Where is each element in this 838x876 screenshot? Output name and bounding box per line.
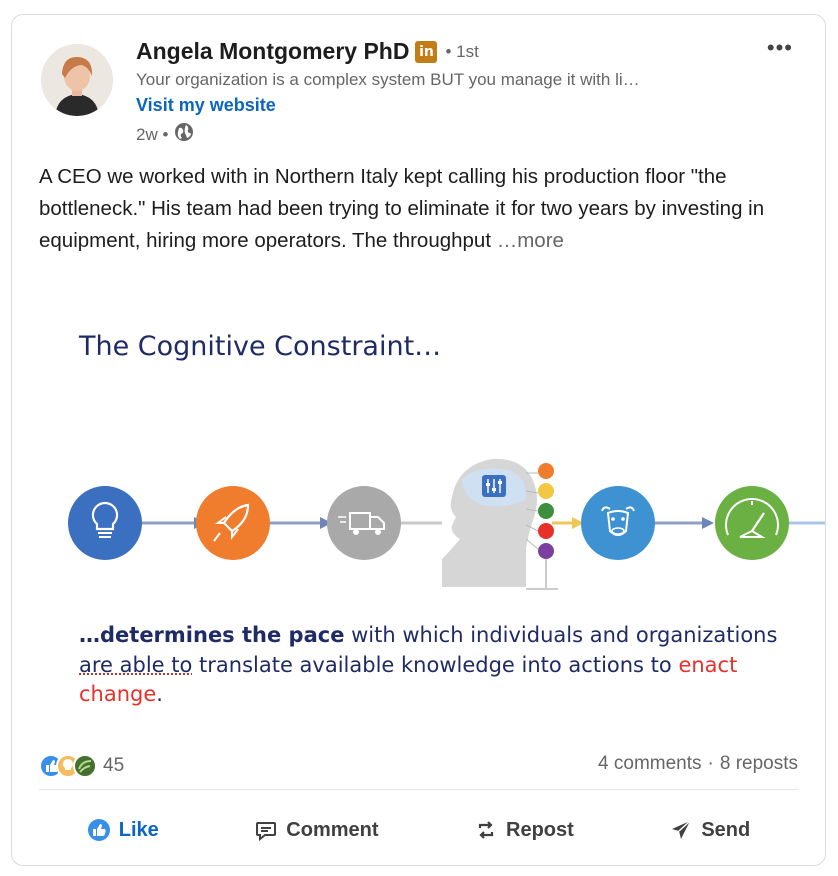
author-headline: Your organization is a complex system BU… xyxy=(136,70,640,89)
post-text: A CEO we worked with in Northern Italy k… xyxy=(39,165,765,252)
caption-part-1: with which individuals and organizations xyxy=(344,623,778,647)
connection-degree: • 1st xyxy=(445,41,479,61)
post-body: A CEO we worked with in Northern Italy k… xyxy=(39,161,809,257)
like-icon xyxy=(87,819,110,841)
see-more-link[interactable]: …more xyxy=(497,229,564,252)
repost-label: Repost xyxy=(506,818,574,841)
time-text: 2w • xyxy=(136,124,169,144)
linkedin-badge-icon: in xyxy=(415,40,438,63)
reaction-count[interactable]: 45 xyxy=(103,755,124,777)
author-name[interactable]: Angela Montgomery PhD in • 1st xyxy=(136,38,479,65)
divider xyxy=(39,789,798,790)
hat-dots xyxy=(538,463,554,559)
globe-icon xyxy=(174,122,194,147)
comment-button[interactable]: Comment xyxy=(254,810,379,850)
comments-count[interactable]: 4 comments xyxy=(598,753,701,775)
send-label: Send xyxy=(701,818,751,841)
comment-label: Comment xyxy=(286,818,379,841)
social-stats: 4 comments · 8 reposts xyxy=(598,753,798,775)
author-name-text[interactable]: Angela Montgomery PhD xyxy=(136,38,409,65)
image-caption: …determines the pace with which individu… xyxy=(79,621,809,710)
action-bar: Like Comment Repost Send xyxy=(39,810,798,850)
reposts-count[interactable]: 8 reposts xyxy=(720,753,798,775)
lightbulb-icon xyxy=(68,486,142,560)
comment-icon xyxy=(256,822,277,842)
visit-website-link[interactable]: Visit my website xyxy=(136,95,276,116)
post-image[interactable]: The Cognitive Constraint… …determines th… xyxy=(12,299,825,739)
head-icon xyxy=(442,458,558,590)
gauge-icon xyxy=(715,486,789,560)
rocket-icon xyxy=(196,486,270,560)
truck-icon xyxy=(327,486,401,560)
repost-icon xyxy=(478,821,494,839)
send-icon xyxy=(672,820,691,839)
more-icon[interactable]: ••• xyxy=(767,35,793,61)
like-button[interactable]: Like xyxy=(87,810,159,850)
reactions-summary[interactable]: 45 xyxy=(39,753,124,779)
stats-separator: · xyxy=(707,753,714,774)
author-avatar[interactable] xyxy=(41,44,113,116)
like-label: Like xyxy=(118,818,159,841)
post-timestamp: 2w • xyxy=(136,122,194,147)
reaction-icons xyxy=(39,754,97,778)
send-button[interactable]: Send xyxy=(669,810,750,850)
caption-bold: …determines the pace xyxy=(79,623,345,647)
caption-underlined: are able to xyxy=(79,652,193,677)
caption-part-2: translate available knowledge into actio… xyxy=(192,652,679,677)
post-card: Angela Montgomery PhD in • 1st Your orga… xyxy=(11,14,826,866)
repost-button[interactable]: Repost xyxy=(474,810,574,850)
caption-end: . xyxy=(156,682,163,706)
bull-icon xyxy=(581,486,655,560)
image-title: The Cognitive Constraint… xyxy=(79,331,442,362)
